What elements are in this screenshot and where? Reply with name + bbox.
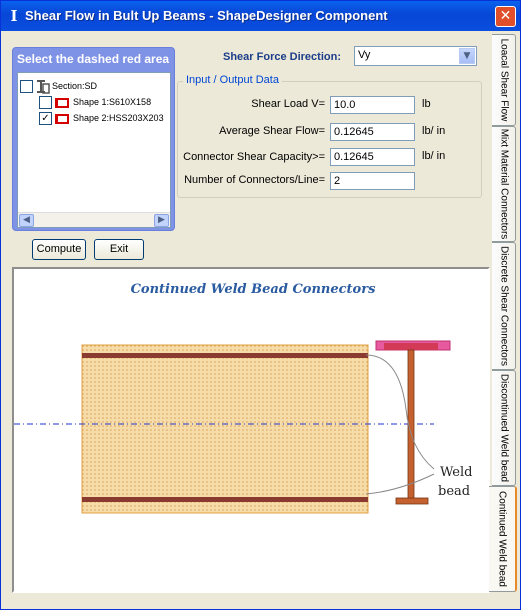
ibeam-top-flange xyxy=(384,343,438,350)
connectors-per-line-label: Number of Connectors/Line= xyxy=(184,174,325,186)
app-icon: I xyxy=(10,7,18,25)
tab-local-shear-flow[interactable]: Loacal Shear Flow xyxy=(492,34,516,126)
title-bar[interactable]: I Shear Flow in Bult Up Beams - ShapeDes… xyxy=(1,1,520,31)
tab-label: Mixt Material Connectors xyxy=(498,128,509,240)
tab-mixt-material[interactable]: Mixt Material Connectors xyxy=(492,126,516,242)
cover-plate xyxy=(81,344,369,514)
avg-shear-flow-label: Average Shear Flow= xyxy=(219,125,325,137)
selection-panel-title: Select the dashed red area xyxy=(17,52,170,66)
status-bar xyxy=(1,598,520,609)
tree-node-label: Section:SD xyxy=(52,81,98,91)
weld-bead-bottom xyxy=(82,497,368,502)
connectors-per-line-input[interactable]: 2 xyxy=(330,172,415,190)
weld-diagram: Weld bead xyxy=(14,340,472,514)
shear-direction-label: Shear Force Direction: xyxy=(223,51,341,63)
section-display: Continued Weld Bead Connectors Weld bead xyxy=(12,267,490,593)
shear-load-unit: lb xyxy=(422,98,431,110)
tab-label: Continued Weld bead xyxy=(496,491,508,587)
tree-node-label: Shape 1:S610X158 xyxy=(73,97,152,107)
shape-icon xyxy=(55,98,69,108)
avg-shear-flow-unit: lb/ in xyxy=(422,125,446,137)
tab-discontinued-weld[interactable]: Discontinued Weld bead xyxy=(492,370,516,486)
shear-load-input[interactable]: 10.0 xyxy=(330,96,415,114)
chevron-down-icon[interactable]: ▼ xyxy=(459,48,475,64)
exit-button[interactable]: Exit xyxy=(94,239,144,260)
main-window: I Shear Flow in Bult Up Beams - ShapeDes… xyxy=(0,0,521,610)
weld-bead-top xyxy=(82,353,368,358)
weld-annotation-line1: Weld xyxy=(440,465,472,480)
shear-direction-value: Vy xyxy=(358,49,371,61)
callout-line-top xyxy=(365,354,435,470)
close-button[interactable]: ✕ xyxy=(495,6,516,27)
tree-checkbox[interactable] xyxy=(20,80,33,93)
shape-icon xyxy=(55,114,69,124)
horizontal-scrollbar[interactable]: ◀ ▶ xyxy=(18,212,170,227)
tab-label: Loacal Shear Flow xyxy=(498,38,509,122)
shear-load-label: Shear Load V= xyxy=(251,98,325,110)
io-data-legend: Input / Output Data xyxy=(183,74,282,86)
scroll-right-icon[interactable]: ▶ xyxy=(154,214,169,227)
tree-checkbox[interactable] xyxy=(39,96,52,109)
tree-node-label: Shape 2:HSS203X203 xyxy=(73,113,164,123)
section-icon xyxy=(37,80,50,94)
weld-annotation-line2: bead xyxy=(438,484,470,499)
shear-direction-select[interactable]: Vy ▼ xyxy=(354,46,477,66)
scroll-left-icon[interactable]: ◀ xyxy=(19,214,34,227)
tab-discrete-shear[interactable]: Discrete Shear Connectors xyxy=(492,242,516,370)
window-title: Shear Flow in Bult Up Beams - ShapeDesig… xyxy=(25,8,388,23)
selection-panel: Select the dashed red area Section:SD Sh… xyxy=(12,47,175,231)
compute-button[interactable]: Compute xyxy=(32,239,86,260)
connector-capacity-unit: lb/ in xyxy=(422,150,446,162)
tab-continued-weld[interactable]: Continued Weld bead xyxy=(489,486,517,592)
connector-capacity-label: Connector Shear Capacity>= xyxy=(183,151,325,163)
avg-shear-flow-input[interactable]: 0.12645 xyxy=(330,123,415,141)
ibeam-bottom-flange xyxy=(395,497,429,505)
callout-line-bottom xyxy=(365,473,435,495)
tab-label: Discrete Shear Connectors xyxy=(498,245,509,367)
tree-checkbox-checked[interactable]: ✓ xyxy=(39,112,52,125)
shape-tree[interactable]: Section:SD Shape 1:S610X158 ✓ Shape 2:HS… xyxy=(17,72,171,228)
connector-capacity-input[interactable]: 0.12645 xyxy=(330,148,415,166)
tab-label: Discontinued Weld bead xyxy=(498,373,509,483)
